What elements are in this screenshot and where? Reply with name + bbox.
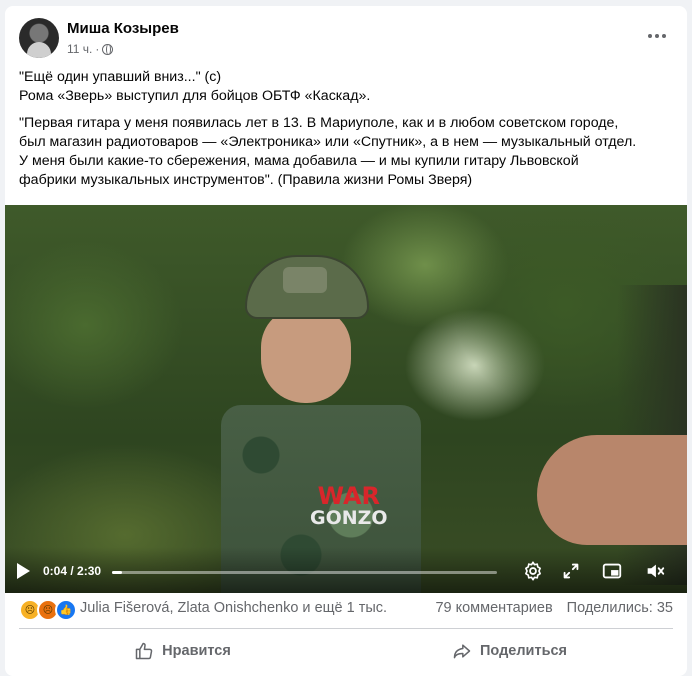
video-subject bbox=[185, 255, 435, 593]
helmet bbox=[245, 255, 369, 319]
comments-count[interactable]: 79 комментариев bbox=[435, 600, 552, 616]
post-card: Миша Козырев 11 ч. · "Ещё один упавший в… bbox=[5, 6, 687, 676]
face bbox=[261, 307, 351, 403]
thumbs-up-icon bbox=[135, 642, 153, 660]
text-line: Рома «Зверь» выступил для бойцов ОБТФ «К… bbox=[19, 88, 371, 104]
like-button[interactable]: Нравится bbox=[19, 634, 346, 668]
quote-line: фабрики музыкальных инструментов". (Прав… bbox=[19, 172, 473, 188]
reaction-names[interactable]: Julia Fišerová, Zlata Onishchenko и ещё … bbox=[80, 600, 387, 616]
like-icon: 👍 bbox=[55, 599, 77, 621]
dot-icon bbox=[655, 34, 659, 38]
shares-count[interactable]: Поделились: 35 bbox=[567, 600, 673, 616]
post-time[interactable]: 11 ч. bbox=[67, 42, 92, 56]
share-label: Поделиться bbox=[479, 643, 568, 659]
video-controls: 0:04 / 2:30 bbox=[5, 547, 687, 593]
author-name[interactable]: Миша Козырев bbox=[67, 20, 179, 37]
share-button[interactable]: Поделиться bbox=[346, 634, 673, 668]
dot-icon bbox=[648, 34, 652, 38]
watermark-bottom: GONZO bbox=[310, 507, 388, 529]
post-meta: 11 ч. · bbox=[67, 42, 114, 56]
settings-gear-icon[interactable] bbox=[522, 560, 544, 582]
progress-bar[interactable] bbox=[112, 571, 497, 574]
avatar[interactable] bbox=[19, 18, 59, 58]
video-time: 0:04 / 2:30 bbox=[43, 564, 102, 578]
quote-line: У меня были какие-то сбережения, мама до… bbox=[19, 153, 579, 169]
text-line: "Ещё один упавший вниз..." (с) bbox=[19, 69, 222, 85]
globe-icon[interactable] bbox=[102, 43, 114, 55]
quote-line: "Первая гитара у меня появилась лет в 13… bbox=[19, 115, 619, 131]
post-actions: Нравится Поделиться bbox=[19, 634, 673, 668]
quote-line: был магазин радиотоваров — «Электроника»… bbox=[19, 134, 637, 150]
mute-icon[interactable] bbox=[644, 560, 666, 582]
share-arrow-icon bbox=[453, 644, 471, 659]
dot-icon bbox=[662, 34, 666, 38]
play-icon[interactable] bbox=[17, 563, 30, 579]
picture-in-picture-icon[interactable] bbox=[601, 560, 623, 582]
meta-separator: · bbox=[95, 42, 100, 56]
post-text: "Ещё один упавший вниз..." (с) Рома «Зве… bbox=[19, 68, 679, 190]
fullscreen-icon[interactable] bbox=[560, 560, 582, 582]
divider bbox=[19, 628, 673, 629]
like-label: Нравится bbox=[162, 643, 231, 659]
watermark-top: WAR bbox=[317, 482, 381, 510]
stats-right: 79 комментариев Поделились: 35 bbox=[435, 600, 673, 616]
reactions[interactable]: ☹ ☹ 👍 bbox=[19, 599, 77, 621]
video-watermark: WAR GONZO bbox=[310, 482, 388, 529]
progress-fill bbox=[112, 571, 123, 574]
post-stats: ☹ ☹ 👍 Julia Fišerová, Zlata Onishchenko … bbox=[19, 598, 673, 622]
hand bbox=[537, 435, 687, 545]
post-header: Миша Козырев 11 ч. · bbox=[19, 18, 673, 62]
more-options-button[interactable] bbox=[641, 24, 673, 48]
video-player[interactable]: WAR GONZO 0:04 / 2:30 bbox=[5, 205, 687, 593]
